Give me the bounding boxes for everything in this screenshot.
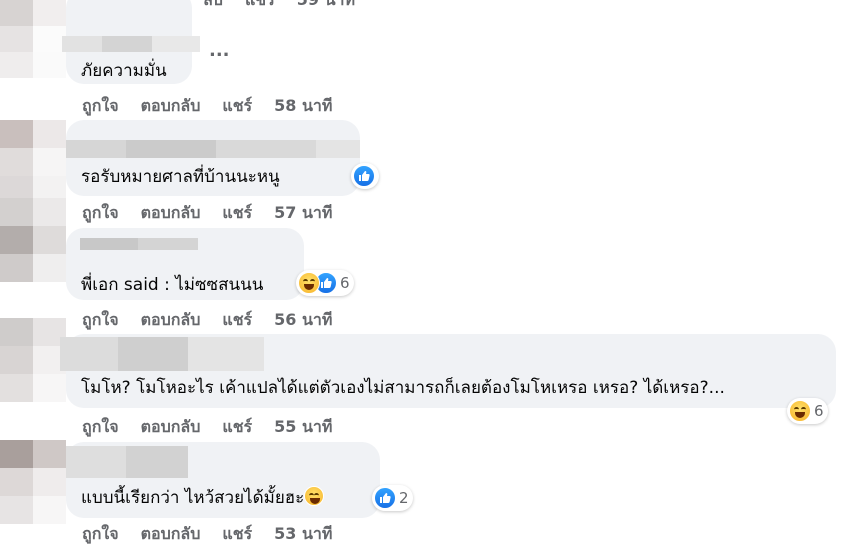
reply-link[interactable]: ตอบกลับ <box>141 522 201 547</box>
comment-actions: ถูกใจ ตอบกลับ แชร์ 56 นาที <box>82 308 332 333</box>
reply-link[interactable]: ตอบกลับ <box>141 201 201 226</box>
timestamp[interactable]: 53 นาที <box>274 522 332 547</box>
reaction-count: 6 <box>814 402 824 420</box>
like-link[interactable]: ถูกใจ <box>82 415 119 440</box>
reaction-summary[interactable]: 6 <box>787 398 828 424</box>
reaction-summary[interactable]: 2 <box>372 485 413 511</box>
like-link[interactable]: ถูกใจ <box>82 522 119 547</box>
comment-text: โมโห? โมโหอะไร เค้าแปลได้แต่ตัวเองไม่สาม… <box>81 378 725 398</box>
author-name-blurred[interactable] <box>60 337 264 371</box>
more-options-icon[interactable]: ... <box>209 40 230 61</box>
comment-actions-prev: ลับ แชร์ 59 นาที <box>203 0 355 13</box>
haha-reaction-icon <box>298 272 320 294</box>
timestamp[interactable]: 59 นาที <box>297 0 355 13</box>
comment-text: แบบนี้เรียกว่า ไหว้สวยได้มั้ยฮะ <box>81 484 325 511</box>
comment-text: พี่เอก said : ไม่ซซสนนน <box>81 275 264 295</box>
share-link[interactable]: แชร์ <box>222 94 252 119</box>
avatar[interactable] <box>0 0 66 78</box>
author-name-blurred[interactable] <box>66 446 188 478</box>
like-reaction-icon <box>353 165 375 187</box>
avatar[interactable] <box>0 198 66 282</box>
reaction-summary[interactable]: 6 <box>296 270 354 296</box>
comment-actions: ถูกใจ ตอบกลับ แชร์ 53 นาที <box>82 522 332 547</box>
rofl-emoji-icon <box>304 486 325 506</box>
like-link[interactable]: ถูกใจ <box>82 308 119 333</box>
like-link[interactable]: ถูกใจ <box>82 201 119 226</box>
avatar[interactable] <box>0 318 66 402</box>
reply-link[interactable]: ตอบกลับ <box>141 415 201 440</box>
like-reaction-icon <box>374 487 396 509</box>
timestamp[interactable]: 58 นาที <box>274 94 332 119</box>
author-name-blurred[interactable] <box>66 140 360 158</box>
comment-text: ภัยความมั่น <box>81 61 167 81</box>
comment-actions: ถูกใจ ตอบกลับ แชร์ 57 นาที <box>82 201 332 226</box>
share-link[interactable]: แชร์ <box>245 0 275 13</box>
comment-text: รอรับหมายศาลที่บ้านนะหนู <box>81 167 280 187</box>
avatar[interactable] <box>0 440 66 524</box>
share-link[interactable]: แชร์ <box>222 415 252 440</box>
comment-actions: ถูกใจ ตอบกลับ แชร์ 58 นาที <box>82 94 332 119</box>
reply-link[interactable]: ตอบกลับ <box>141 94 201 119</box>
haha-reaction-icon <box>789 400 811 422</box>
reaction-count: 2 <box>399 489 409 507</box>
author-name-blurred[interactable] <box>62 36 200 52</box>
share-link[interactable]: แชร์ <box>222 201 252 226</box>
avatar[interactable] <box>0 120 66 204</box>
timestamp[interactable]: 57 นาที <box>274 201 332 226</box>
like-link[interactable]: ถูกใจ <box>82 94 119 119</box>
reply-link[interactable]: ตอบกลับ <box>141 308 201 333</box>
reply-link[interactable]: ลับ <box>203 0 223 13</box>
timestamp[interactable]: 55 นาที <box>274 415 332 440</box>
author-name-blurred[interactable] <box>80 238 198 250</box>
reaction-summary[interactable] <box>351 163 379 189</box>
share-link[interactable]: แชร์ <box>222 308 252 333</box>
reaction-count: 6 <box>340 274 350 292</box>
comment-actions: ถูกใจ ตอบกลับ แชร์ 55 นาที <box>82 415 332 440</box>
share-link[interactable]: แชร์ <box>222 522 252 547</box>
comment-text-body: แบบนี้เรียกว่า ไหว้สวยได้มั้ยฮะ <box>81 488 305 508</box>
timestamp[interactable]: 56 นาที <box>274 308 332 333</box>
